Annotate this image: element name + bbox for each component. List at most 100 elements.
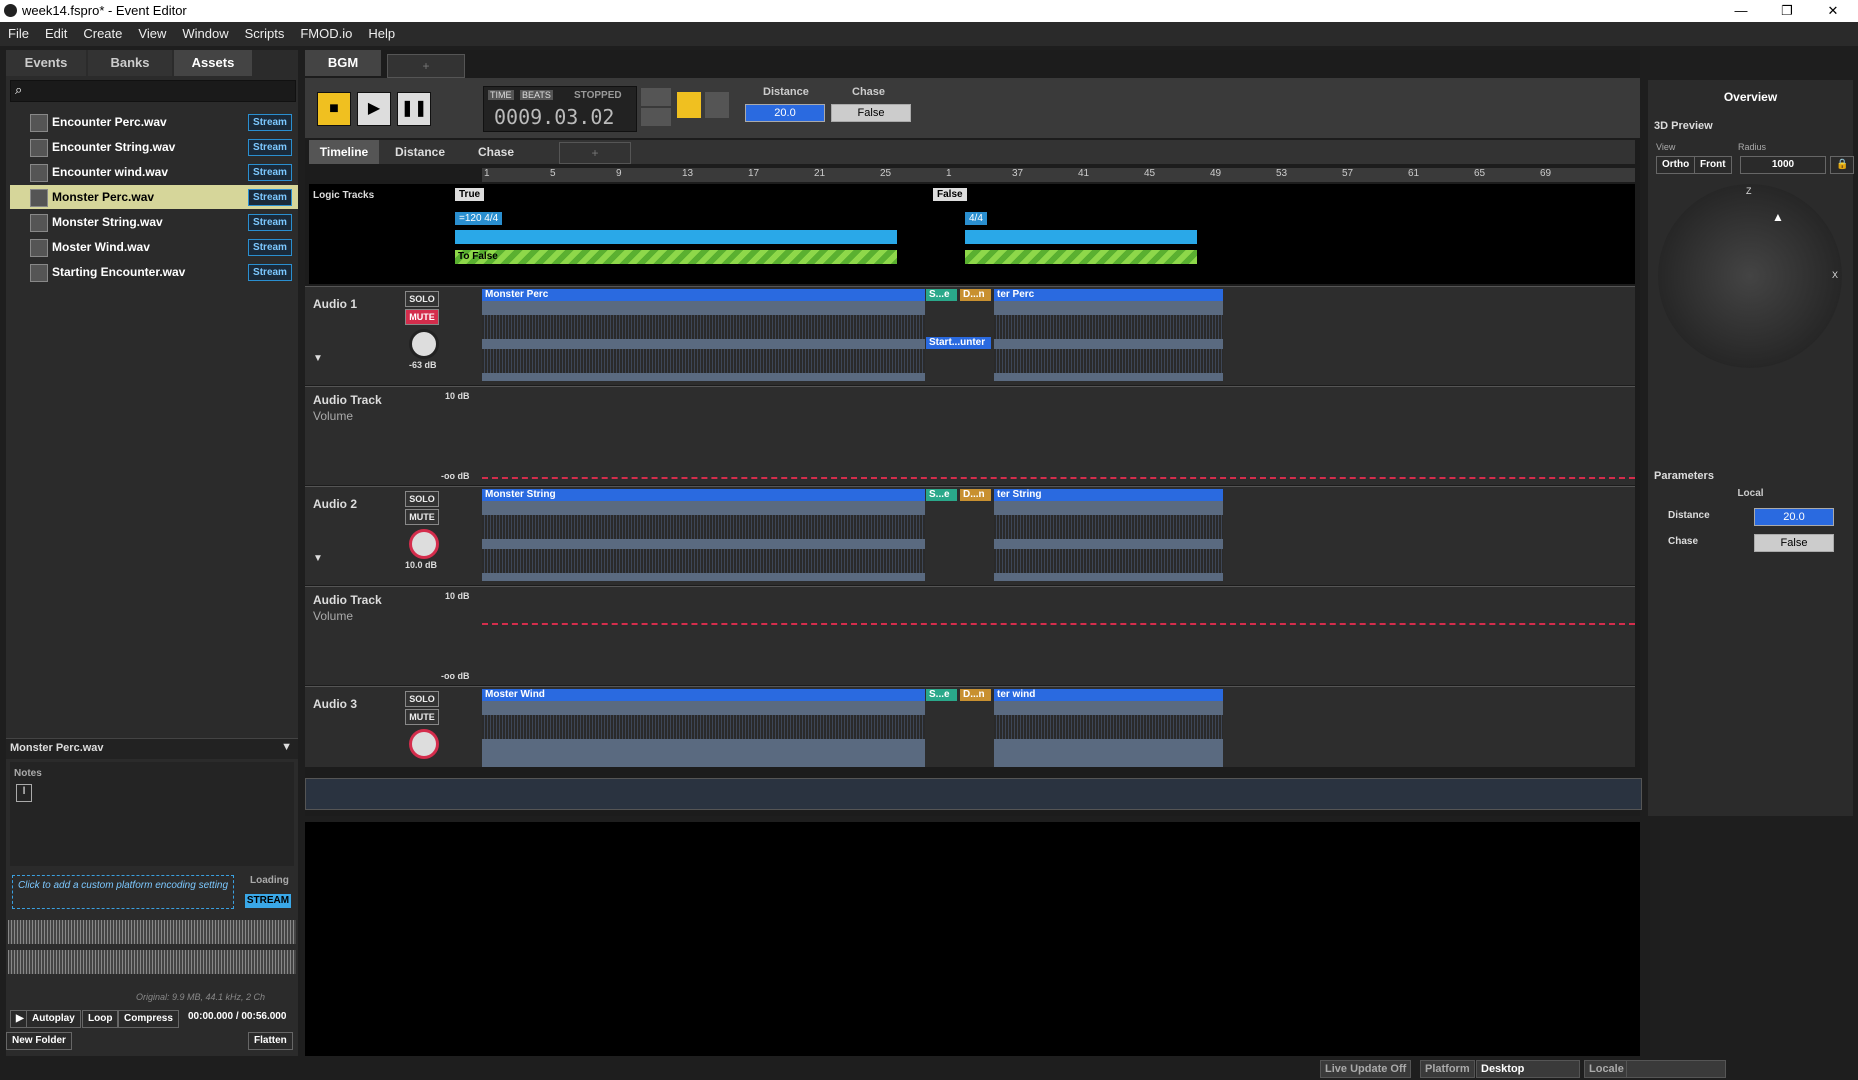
stream-badge[interactable]: Stream [248, 264, 292, 281]
audio-clip[interactable]: ter wind [994, 689, 1223, 701]
menu-edit[interactable]: Edit [37, 22, 75, 45]
pause-icon[interactable]: ❚❚ [397, 92, 431, 126]
audio-clip[interactable]: Monster Perc [482, 289, 925, 301]
beats-mode-button[interactable]: BEATS [520, 90, 553, 100]
notes-area[interactable]: Notes I [10, 762, 294, 866]
audio-clip[interactable]: D...n [960, 689, 991, 701]
loop-button[interactable]: Loop [82, 1010, 119, 1028]
tempo-marker[interactable]: =120 4/4 [455, 212, 503, 225]
maximize-button[interactable]: ❐ [1764, 0, 1810, 22]
list-item[interactable]: Encounter String.wav Stream [10, 135, 298, 159]
volume-knob[interactable] [409, 729, 439, 759]
audio-clip[interactable]: Start...unter [926, 337, 991, 349]
menu-scripts[interactable]: Scripts [237, 22, 293, 45]
stream-badge[interactable]: Stream [248, 214, 292, 231]
tab-bgm[interactable]: BGM [305, 50, 381, 76]
new-folder-button[interactable]: New Folder [6, 1032, 72, 1050]
param-distance-value[interactable]: 20.0 [745, 104, 825, 122]
3d-preview-sphere[interactable]: Z X ▲ [1658, 184, 1842, 368]
menu-fmodio[interactable]: FMOD.io [292, 22, 360, 45]
stream-badge[interactable]: Stream [248, 139, 292, 156]
time-mode-button[interactable]: TIME [488, 90, 514, 100]
compress-button[interactable]: Compress [118, 1010, 179, 1028]
tab-events[interactable]: Events [6, 50, 86, 76]
tab-assets[interactable]: Assets [174, 50, 252, 76]
mixer-view-icon[interactable] [705, 92, 729, 118]
audio-clip[interactable]: S...e [926, 289, 957, 301]
collapse-icon[interactable]: ▼ [313, 553, 323, 564]
transition-region[interactable]: To False [455, 250, 897, 264]
list-item[interactable]: Moster Wind.wav Stream [10, 235, 298, 259]
stream-loading-button[interactable]: STREAM [245, 894, 291, 908]
list-item[interactable]: Starting Encounter.wav Stream [10, 260, 298, 284]
collapse-icon[interactable]: ▼ [313, 353, 323, 364]
menu-window[interactable]: Window [174, 22, 236, 45]
list-item[interactable]: Encounter wind.wav Stream [10, 160, 298, 184]
menu-view[interactable]: View [130, 22, 174, 45]
live-update-button[interactable]: Live Update Off [1320, 1060, 1412, 1078]
list-item[interactable]: Monster String.wav Stream [10, 210, 298, 234]
list-item[interactable]: Monster Perc.wav Stream [10, 185, 298, 209]
front-button[interactable]: Front [1694, 156, 1732, 174]
time-signature-marker[interactable]: 4/4 [965, 212, 987, 225]
menu-help[interactable]: Help [360, 22, 403, 45]
loop-region[interactable] [455, 230, 897, 244]
audio-clip[interactable]: ter Perc [994, 289, 1223, 301]
minimize-button[interactable]: — [1718, 0, 1764, 22]
mute-button[interactable]: MUTE [405, 509, 439, 525]
transition-region[interactable] [965, 250, 1197, 264]
stream-badge[interactable]: Stream [248, 114, 292, 131]
locale-select[interactable] [1626, 1060, 1726, 1078]
audio-clip[interactable]: ter String [994, 489, 1223, 501]
search-input[interactable]: ⌕ [10, 80, 296, 102]
tab-banks[interactable]: Banks [88, 50, 172, 76]
autoplay-button[interactable]: Autoplay [26, 1010, 81, 1028]
flatten-button[interactable]: Flatten [248, 1032, 293, 1050]
ortho-button[interactable]: Ortho [1656, 156, 1696, 174]
stream-badge[interactable]: Stream [248, 239, 292, 256]
marker-true[interactable]: True [455, 188, 485, 201]
volume-knob[interactable] [409, 329, 439, 359]
audio-clip[interactable]: S...e [926, 489, 957, 501]
volume-knob[interactable] [409, 529, 439, 559]
marker-false[interactable]: False [933, 188, 967, 201]
lock-icon[interactable]: 🔒 [1830, 156, 1855, 174]
solo-button[interactable]: SOLO [405, 291, 439, 307]
timeline-ruler[interactable]: 1 5 9 13 17 21 25 1 37 41 45 49 53 57 61 65 69 [482, 168, 1635, 182]
parameters-header[interactable]: Parameters [1654, 470, 1714, 482]
stop-icon[interactable]: ■ [317, 92, 351, 126]
loop-icon[interactable] [641, 88, 671, 106]
mute-button[interactable]: MUTE [405, 309, 439, 325]
platform-select[interactable]: Desktop [1476, 1060, 1580, 1078]
audio-clip[interactable]: S...e [926, 689, 957, 701]
tab-chase[interactable]: Chase [461, 140, 531, 164]
listener-icon[interactable]: ▲ [1772, 210, 1784, 224]
audio-clip[interactable]: D...n [960, 289, 991, 301]
add-subtab-button[interactable]: + [559, 142, 631, 164]
chevron-down-icon[interactable]: ▼ [281, 741, 292, 753]
play-icon[interactable]: ▶ [357, 92, 391, 126]
close-button[interactable]: ✕ [1810, 0, 1856, 22]
track-view-icon[interactable] [677, 92, 701, 118]
param-chase-value[interactable]: False [1754, 534, 1834, 552]
menu-file[interactable]: File [0, 22, 37, 45]
param-chase-value[interactable]: False [831, 104, 911, 122]
solo-button[interactable]: SOLO [405, 491, 439, 507]
audio-clip[interactable]: Monster String [482, 489, 925, 501]
tab-timeline[interactable]: Timeline [309, 140, 379, 164]
tab-distance[interactable]: Distance [385, 140, 455, 164]
audio-clip[interactable]: D...n [960, 489, 991, 501]
automation-curve[interactable] [482, 623, 1635, 625]
automation-curve[interactable] [482, 477, 1635, 479]
encoding-setting-button[interactable]: Click to add a custom platform encoding … [12, 875, 234, 909]
3d-preview-header[interactable]: 3D Preview [1654, 120, 1713, 132]
radius-input[interactable]: 1000 [1740, 156, 1826, 174]
follow-icon[interactable] [641, 108, 671, 126]
list-item[interactable]: Encounter Perc.wav Stream [10, 110, 298, 134]
stream-badge[interactable]: Stream [248, 164, 292, 181]
solo-button[interactable]: SOLO [405, 691, 439, 707]
loop-region[interactable] [965, 230, 1197, 244]
mute-button[interactable]: MUTE [405, 709, 439, 725]
stream-badge[interactable]: Stream [248, 189, 292, 206]
param-distance-value[interactable]: 20.0 [1754, 508, 1834, 526]
